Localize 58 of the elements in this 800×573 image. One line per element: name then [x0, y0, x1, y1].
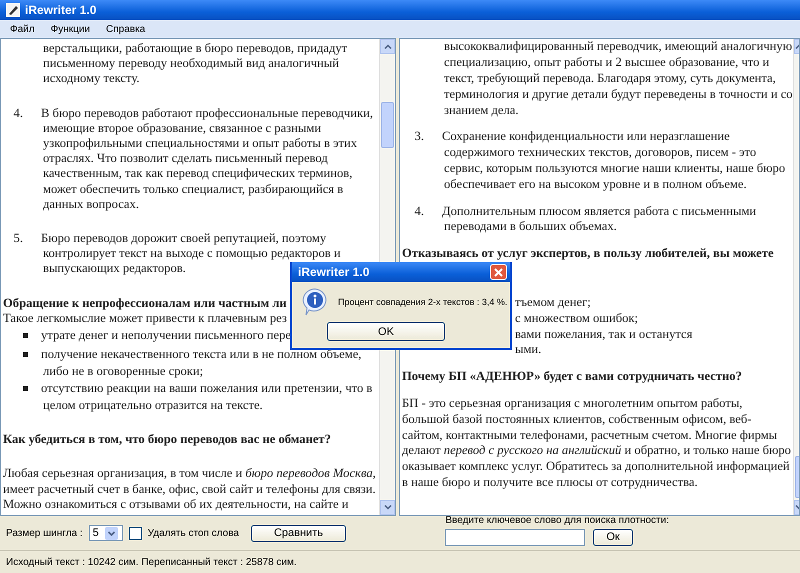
text-line: обеспечивает его на высоком уровне и в полном объеме. — [444, 176, 747, 192]
text-line: текст, требующий перевода. Благодаря этому, суть документа, — [444, 70, 776, 86]
checkbox-label: Удалять стоп слова — [148, 528, 239, 538]
text-line: БП - это серьезная организация с многолетним опытом работы, — [402, 396, 742, 411]
text-line: Дополнительным плюсом является работа с письменными — [442, 204, 756, 219]
list-number: 4. — [12, 106, 23, 121]
text-line: целом отрицательно отразится на тексте. — [43, 398, 263, 414]
text-line: сервис, которым пользуются многие наши клиенты, наше бюро — [444, 160, 786, 176]
text-line: узкопрофильными специальностями и опыт работы в этих — [43, 136, 358, 152]
status-text: Исходный текст : 10242 сим. Переписанный текст : 25878 сим. — [6, 556, 297, 568]
section-heading: Как убедиться в том, что бюро переводов вас не обманет? — [3, 432, 331, 448]
text-line: специализацию, опыт работы и 2 высшее образование, что и — [444, 55, 770, 70]
text-line: тъемом денег; — [515, 294, 591, 310]
text-line: отраслях. Что позволит сделать письменный перевод — [43, 151, 328, 166]
keyword-label: Введите ключевое слово для поиска плотности: — [445, 514, 669, 526]
text-line: контролирует текст на выходе с помощью редакторов и — [43, 246, 341, 262]
text-line: В бюро переводов работают профессиональные переводчики, — [41, 106, 373, 121]
text-line: Бюро переводов дорожит своей репутацией, поэтому — [41, 230, 326, 246]
text-line: в наше бюро и получите все плюсы от сотрудничества. — [402, 474, 698, 490]
text-line: сайтом, контактными телефонами, расчетным счетом. Многие фирмы — [402, 428, 778, 443]
text-line: делают перевод с русского на английский и обратно, и только наше бюро — [402, 443, 791, 458]
text-line: переводами в больших объемах. — [444, 219, 617, 234]
text-line: оказывает комплекс услуг. Обратитесь за дополнительной информацией — [402, 459, 790, 474]
text-line: утрате денег и неполучении письменного пере — [41, 328, 292, 343]
section-heading: Почему БП «АДЕНЮР» будет с вами сотрудничать честно? — [402, 369, 742, 384]
text-line: Можно ознакомиться с отзывами об их деятельности, на сайте и — [3, 496, 349, 512]
text-line: большой базой постоянных клиентов, собственным офисом, веб- — [402, 412, 752, 427]
text-line: данных вопросах. — [43, 196, 139, 212]
text-line: вами пожелания, так и останутся — [515, 326, 692, 342]
text-line: имеет расчетный счет в банке, офис, свой сайт и телефоны для связи. — [3, 482, 376, 497]
text-line: высококвалифицированный переводчик, имеющий аналогичную — [444, 39, 792, 54]
text-line: с множеством ошибок; — [515, 310, 638, 326]
text-line: Такое легкомыслие может привести к плачевным рез — [3, 310, 287, 326]
list-number: 5. — [12, 230, 23, 246]
text-line: получение некачественного текста или в не полном объеме, — [41, 346, 362, 362]
text-line: верстальщики, работающие в бюро переводов, придадут — [43, 41, 348, 56]
text-line: знанием дела. — [444, 102, 519, 118]
text-line: либо не в оговоренные сроки; — [43, 364, 204, 379]
text-line: исходному тексту. — [43, 71, 140, 86]
text-line: выпускающих редакторов. — [43, 261, 186, 276]
text-line: содержимого технических текстов, договоров, писем - это — [444, 145, 756, 160]
text-line: отсутствию реакции на ваши пожелания или претензии, что в — [41, 381, 372, 396]
text-line: имеющие второе образование, связанное с разными — [43, 120, 322, 136]
text-line: письменному переводу необходимый вид аналогичный — [43, 56, 339, 72]
list-number: 3. — [414, 129, 424, 144]
section-heading: Отказываясь от услуг экспертов, в пользу любителей, вы можете — [402, 246, 774, 262]
shingle-size-label: Размер шингла : — [6, 528, 83, 538]
text-line: Сохранение конфиденциальности или неразглашение — [442, 129, 730, 144]
window-title: iRewriter 1.0 — [25, 3, 96, 17]
text-line: ыми. — [515, 342, 542, 358]
dialog-title: iRewriter 1.0 — [298, 265, 370, 279]
text-line: качественным, так как перевод специфических терминов, — [43, 166, 352, 182]
text-line: Любая серьезная организация, в том числе и бюро переводов Москва, — [3, 466, 376, 482]
dialog-message: Процент совпадения 2-х текстов : 3,4 %. — [338, 297, 508, 307]
section-heading: Обращение к непрофессионалам или частным ли — [3, 296, 287, 311]
text-line: может обеспечить только специалист, разбирающийся в — [43, 182, 344, 197]
list-number: 4. — [414, 204, 424, 219]
text-line: терминология и другие детали будут переведены в точности и со — [444, 86, 793, 102]
